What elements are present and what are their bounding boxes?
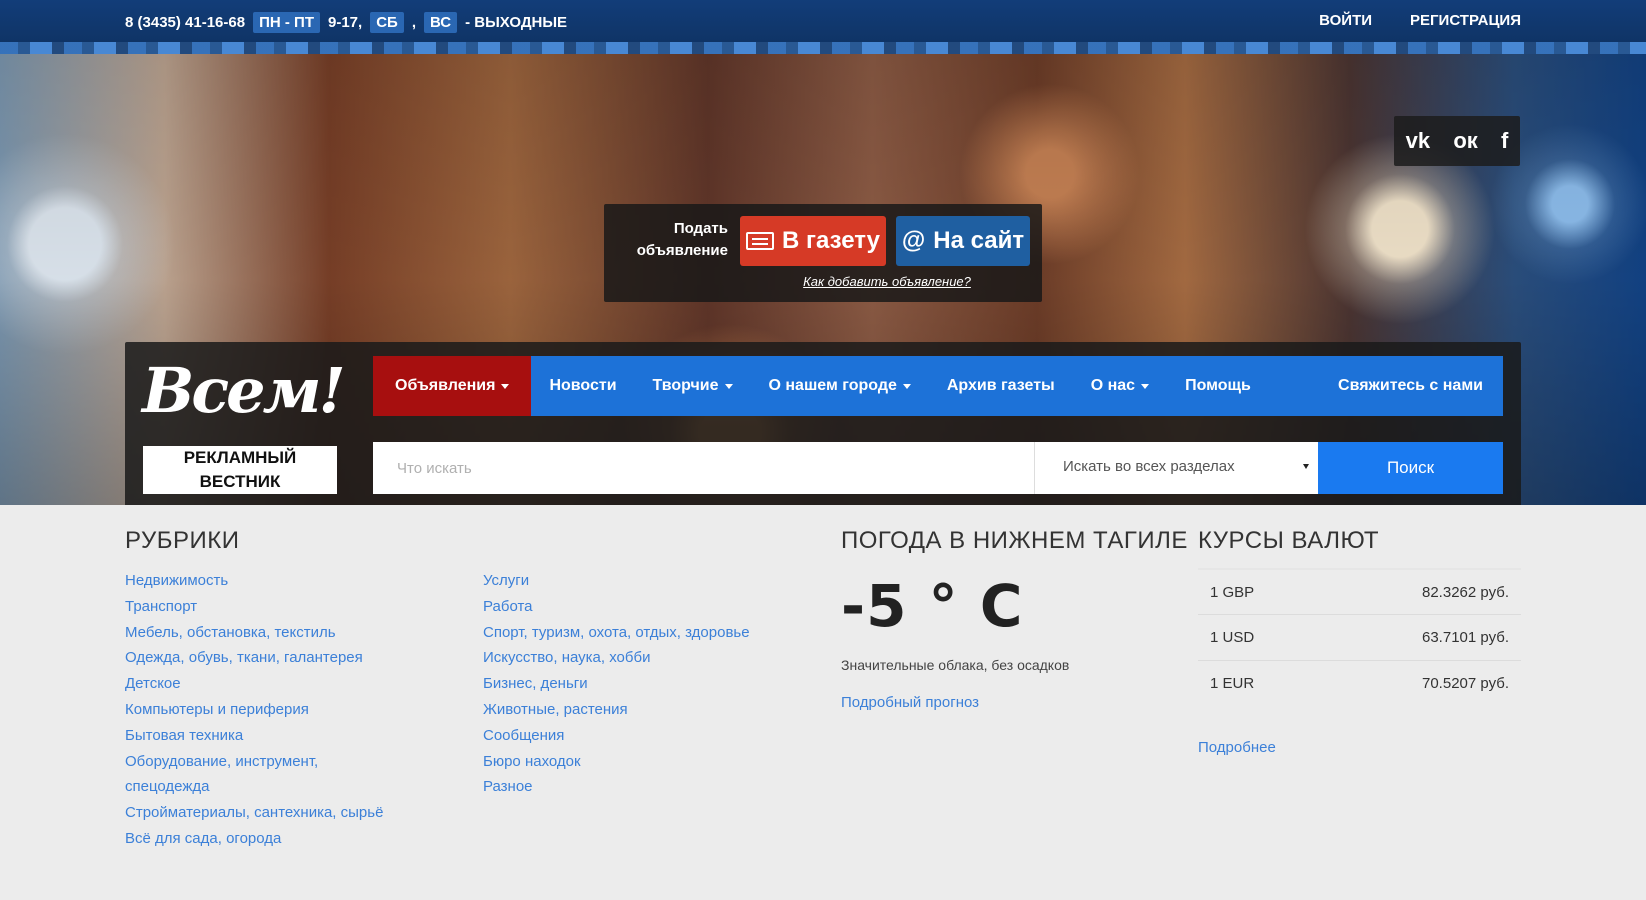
rates-title: КУРСЫ ВАЛЮТ [1198, 527, 1380, 554]
social-links: vk ок f [1394, 116, 1520, 166]
rubric-link[interactable]: Искусство, наука, хобби [483, 645, 750, 671]
post-ad-box: Подать объявление В газету @ На сайт Как… [604, 204, 1042, 302]
logo-tagline: РЕКЛАМНЫЙ ВЕСТНИК [143, 446, 337, 494]
nav-item-contact[interactable]: Свяжитесь с нами [1320, 356, 1503, 416]
nav-item-ads[interactable]: Объявления [373, 356, 532, 416]
weather-description: Значительные облака, без осадков [841, 657, 1070, 673]
rubric-link[interactable]: Компьютеры и периферия [125, 697, 383, 723]
currency-rates-table: 1 GBP 82.3262 руб. 1 USD 63.7101 руб. 1 … [1198, 568, 1521, 706]
rubric-link[interactable]: Недвижимость [125, 568, 383, 594]
top-bar: 8 (3435) 41-16-68 ПН - ПТ 9-17, СБ , ВС … [0, 0, 1646, 42]
rubrics-column-2: Услуги Работа Спорт, туризм, охота, отды… [483, 568, 750, 800]
rubric-link[interactable]: Спорт, туризм, охота, отдых, здоровье [483, 620, 750, 646]
comma: , [411, 14, 416, 31]
rate-currency: 1 USD [1210, 629, 1255, 646]
rate-value: 70.5207 руб. [1422, 675, 1509, 692]
hero-banner: vk ок f Подать объявление В газету @ На … [0, 54, 1646, 505]
how-to-add-link[interactable]: Как добавить объявление? [732, 274, 1042, 289]
at-icon: @ [901, 227, 926, 254]
logo-word: Всем! [142, 354, 346, 427]
chevron-down-icon [724, 383, 733, 389]
rubric-link[interactable]: Мебель, обстановка, текстиль [125, 620, 383, 646]
weather-forecast-link[interactable]: Подробный прогноз [841, 694, 979, 711]
chevron-down-icon [1141, 383, 1150, 389]
nav-item-creativity[interactable]: Творчие [635, 356, 751, 416]
rate-row-eur: 1 EUR 70.5207 руб. [1198, 660, 1521, 706]
decorative-stripe [0, 42, 1646, 54]
rate-value: 63.7101 руб. [1422, 629, 1509, 646]
sunday-badge: ВС [423, 12, 458, 33]
work-hours: 9-17, [327, 14, 363, 31]
post-to-newspaper-button[interactable]: В газету [740, 216, 886, 266]
search-scope-select[interactable]: Искать во всех разделах [1034, 442, 1318, 494]
post-ad-label: Подать объявление [636, 220, 728, 259]
site-logo[interactable]: Всем! РЕКЛАМНЫЙ ВЕСТНИК [140, 354, 346, 494]
rate-row-usd: 1 USD 63.7101 руб. [1198, 614, 1521, 660]
rubrics-column-1: Недвижимость Транспорт Мебель, обстановк… [125, 568, 383, 852]
weather-temperature: -5 ° C [841, 572, 1024, 640]
vk-icon[interactable]: vk [1406, 128, 1430, 154]
rubric-link[interactable]: Бюро находок [483, 749, 750, 775]
weekend-label: - ВЫХОДНЫЕ [465, 14, 568, 31]
nav-item-help[interactable]: Помощь [1167, 356, 1269, 416]
rate-currency: 1 EUR [1210, 675, 1255, 692]
nav-item-archive[interactable]: Архив газеты [929, 356, 1073, 416]
facebook-icon[interactable]: f [1501, 128, 1508, 154]
rates-more-link[interactable]: Подробнее [1198, 739, 1276, 756]
register-link[interactable]: РЕГИСТРАЦИЯ [1410, 12, 1521, 29]
newspaper-icon [746, 232, 774, 250]
post-to-site-button[interactable]: @ На сайт [896, 216, 1030, 266]
rubric-link[interactable]: спецодежда [125, 774, 383, 800]
rubrics-title: РУБРИКИ [125, 527, 240, 554]
rubric-link[interactable]: Оборудование, инструмент, [125, 749, 383, 775]
rubric-link[interactable]: Бизнес, деньги [483, 671, 750, 697]
rate-value: 82.3262 руб. [1422, 583, 1509, 601]
rubric-link[interactable]: Животные, растения [483, 697, 750, 723]
odnoklassniki-icon[interactable]: ок [1453, 128, 1477, 154]
rubric-link[interactable]: Сообщения [483, 723, 750, 749]
rubric-link[interactable]: Разное [483, 774, 750, 800]
chevron-down-icon [501, 383, 510, 389]
nav-item-news[interactable]: Новости [531, 356, 634, 416]
rubric-link[interactable]: Услуги [483, 568, 750, 594]
contact-info: 8 (3435) 41-16-68 ПН - ПТ 9-17, СБ , ВС … [125, 12, 567, 33]
auth-links: ВОЙТИ РЕГИСТРАЦИЯ [1319, 12, 1521, 29]
rate-currency: 1 GBP [1210, 583, 1255, 601]
rubric-link[interactable]: Всё для сада, огорода [125, 826, 383, 852]
rubric-link[interactable]: Работа [483, 594, 750, 620]
saturday-badge: СБ [370, 12, 404, 33]
nav-item-about[interactable]: О нас [1073, 356, 1167, 416]
nav-item-city[interactable]: О нашем городе [751, 356, 929, 416]
phone-number[interactable]: 8 (3435) 41-16-68 [125, 14, 245, 31]
search-button[interactable]: Поиск [1318, 442, 1503, 494]
rubric-link[interactable]: Одежда, обувь, ткани, галантерея [125, 645, 383, 671]
post-to-site-label: На сайт [933, 227, 1025, 254]
main-nav: Объявления Новости Творчие О нашем город… [373, 356, 1503, 416]
search-bar: Искать во всех разделах Поиск [373, 442, 1503, 494]
login-link[interactable]: ВОЙТИ [1319, 12, 1372, 29]
rubric-link[interactable]: Стройматериалы, сантехника, сырьё [125, 800, 383, 826]
post-to-newspaper-label: В газету [782, 227, 880, 254]
header-panel: Всем! РЕКЛАМНЫЙ ВЕСТНИК Объявления Новос… [125, 342, 1521, 505]
dropdown-arrow-icon [1303, 464, 1309, 469]
search-scope-value: Искать во всех разделах [1063, 458, 1235, 475]
rubric-link[interactable]: Транспорт [125, 594, 383, 620]
chevron-down-icon [902, 383, 911, 389]
rubric-link[interactable]: Бытовая техника [125, 723, 383, 749]
search-input[interactable] [373, 442, 1034, 494]
weather-title: ПОГОДА В НИЖНЕМ ТАГИЛЕ [841, 527, 1188, 554]
rubric-link[interactable]: Детское [125, 671, 383, 697]
rate-row-gbp: 1 GBP 82.3262 руб. [1198, 568, 1521, 614]
workdays-badge: ПН - ПТ [253, 12, 320, 33]
